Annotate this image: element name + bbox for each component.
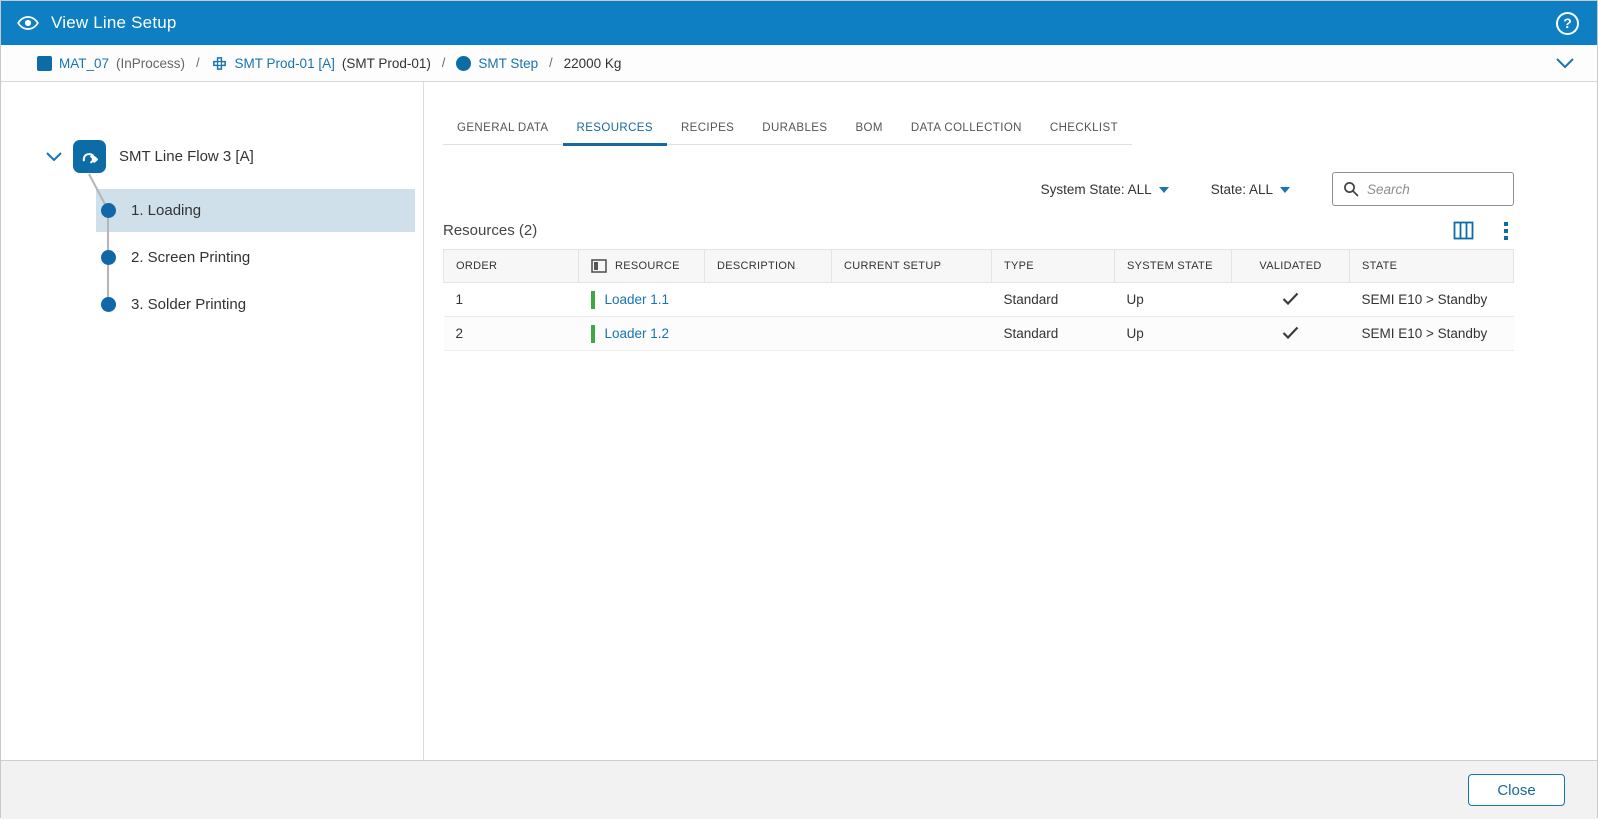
table-row[interactable]: 2 Loader 1.2 Standard Up SEMI E10 > [444, 317, 1514, 351]
tree-step-label: 2. Screen Printing [131, 249, 250, 266]
breadcrumb-step-link[interactable]: SMT Step [478, 56, 538, 71]
resource-status-bar [591, 325, 595, 343]
step-circle-icon [456, 56, 471, 71]
tab-bar: GENERAL DATA RESOURCES RECIPES DURABLES … [443, 112, 1132, 145]
cell-current-setup [832, 283, 992, 317]
search-input[interactable] [1367, 182, 1503, 197]
search-box [1332, 172, 1514, 206]
column-header-system-state[interactable]: SYSTEM STATE [1115, 250, 1232, 283]
resources-title: Resources (2) [443, 222, 537, 239]
tree-root-label: SMT Line Flow 3 [A] [119, 148, 254, 165]
breadcrumb-material-link[interactable]: MAT_07 [59, 56, 109, 71]
tab-durables[interactable]: DURABLES [748, 112, 841, 146]
resources-section-head: Resources (2) [443, 221, 1514, 240]
tree-step-loading[interactable]: 1. Loading [96, 189, 415, 232]
dialog-footer: Close [1, 760, 1597, 819]
filter-row: System State: ALL State: ALL [443, 172, 1514, 206]
breadcrumb-step: SMT Step [456, 56, 538, 71]
cell-resource: Loader 1.2 [579, 317, 705, 351]
column-header-current-setup[interactable]: CURRENT SETUP [832, 250, 992, 283]
resource-link[interactable]: Loader 1.2 [605, 326, 670, 341]
breadcrumb-separator: / [549, 56, 552, 70]
column-header-type[interactable]: TYPE [992, 250, 1115, 283]
cell-state: SEMI E10 > Standby [1350, 283, 1514, 317]
column-header-state[interactable]: STATE [1350, 250, 1514, 283]
breadcrumb: MAT_07 (InProcess) / SMT Prod-01 [A] (SM… [1, 45, 1597, 82]
tab-resources[interactable]: RESOURCES [563, 112, 667, 146]
tab-data-collection[interactable]: DATA COLLECTION [897, 112, 1036, 146]
cell-validated [1232, 283, 1350, 317]
tree-step-label: 3. Solder Printing [131, 296, 246, 313]
flow-tree-panel: SMT Line Flow 3 [A] 1. Loading 2. Screen… [1, 82, 424, 760]
cell-system-state: Up [1115, 283, 1232, 317]
collapse-chevron-icon[interactable] [1555, 57, 1575, 69]
breadcrumb-product-link[interactable]: SMT Prod-01 [A] [235, 56, 335, 71]
breadcrumb-product: SMT Prod-01 [A] (SMT Prod-01) [211, 55, 431, 72]
cell-order: 1 [444, 283, 579, 317]
tab-recipes[interactable]: RECIPES [667, 112, 748, 146]
tree-step-screen-printing[interactable]: 2. Screen Printing [96, 236, 415, 279]
breadcrumb-product-name: (SMT Prod-01) [342, 56, 431, 71]
cell-validated [1232, 317, 1350, 351]
step-detail-panel: GENERAL DATA RESOURCES RECIPES DURABLES … [424, 82, 1598, 760]
dialog-header: View Line Setup ? [1, 1, 1597, 45]
more-options-icon[interactable] [1504, 222, 1508, 240]
column-header-resource[interactable]: RESOURCE [579, 250, 705, 283]
close-button[interactable]: Close [1468, 774, 1565, 806]
tree-root-flow[interactable]: SMT Line Flow 3 [A] [45, 140, 254, 173]
resources-table: ORDER RESOURCE DESCRIPTION CURRENT SETUP… [443, 249, 1514, 351]
help-icon[interactable]: ? [1556, 12, 1579, 35]
column-header-description[interactable]: DESCRIPTION [705, 250, 832, 283]
state-filter[interactable]: State: ALL [1211, 182, 1290, 197]
search-icon [1343, 181, 1359, 197]
resource-link[interactable]: Loader 1.1 [605, 292, 670, 307]
cell-description [705, 283, 832, 317]
resource-status-bar [591, 291, 595, 309]
table-header-row: ORDER RESOURCE DESCRIPTION CURRENT SETUP… [444, 250, 1514, 283]
breadcrumb-material: MAT_07 (InProcess) [37, 56, 185, 71]
tab-checklist[interactable]: CHECKLIST [1036, 112, 1132, 146]
cell-type: Standard [992, 317, 1115, 351]
cell-resource: Loader 1.1 [579, 283, 705, 317]
material-square-icon [37, 56, 52, 71]
eye-icon [17, 15, 39, 31]
check-icon [1282, 326, 1299, 339]
breadcrumb-separator: / [196, 56, 199, 70]
caret-down-icon [1159, 187, 1169, 193]
cell-system-state: Up [1115, 317, 1232, 351]
tree-step-label: 1. Loading [131, 202, 201, 219]
cell-description [705, 317, 832, 351]
state-filter-label: State: ALL [1211, 182, 1273, 197]
column-header-validated[interactable]: VALIDATED [1232, 250, 1350, 283]
tab-general-data[interactable]: GENERAL DATA [443, 112, 563, 146]
system-state-filter-label: System State: ALL [1041, 182, 1152, 197]
tree-children: 1. Loading 2. Screen Printing 3. Solder … [1, 189, 423, 330]
tab-bom[interactable]: BOM [841, 112, 896, 146]
breadcrumb-quantity: 22000 Kg [564, 56, 622, 71]
tree-step-solder-printing[interactable]: 3. Solder Printing [96, 283, 415, 326]
system-state-filter[interactable]: System State: ALL [1041, 182, 1169, 197]
step-node-icon [101, 297, 116, 312]
column-settings-icon[interactable] [1453, 221, 1474, 240]
step-node-icon [101, 203, 116, 218]
breadcrumb-material-state: (InProcess) [116, 56, 185, 71]
workflow-icon [211, 55, 228, 72]
cell-type: Standard [992, 283, 1115, 317]
cell-order: 2 [444, 317, 579, 351]
caret-down-icon [1280, 187, 1290, 193]
chevron-down-icon[interactable] [45, 151, 63, 162]
cell-state: SEMI E10 > Standby [1350, 317, 1514, 351]
tree-connector-lines [1, 82, 424, 760]
resource-icon [591, 259, 607, 273]
check-icon [1282, 292, 1299, 305]
column-header-order[interactable]: ORDER [444, 250, 579, 283]
step-node-icon [101, 250, 116, 265]
cell-current-setup [832, 317, 992, 351]
page-title: View Line Setup [51, 13, 177, 33]
flow-badge-icon [73, 140, 106, 173]
table-row[interactable]: 1 Loader 1.1 Standard Up SEMI E10 > [444, 283, 1514, 317]
breadcrumb-separator: / [442, 56, 445, 70]
